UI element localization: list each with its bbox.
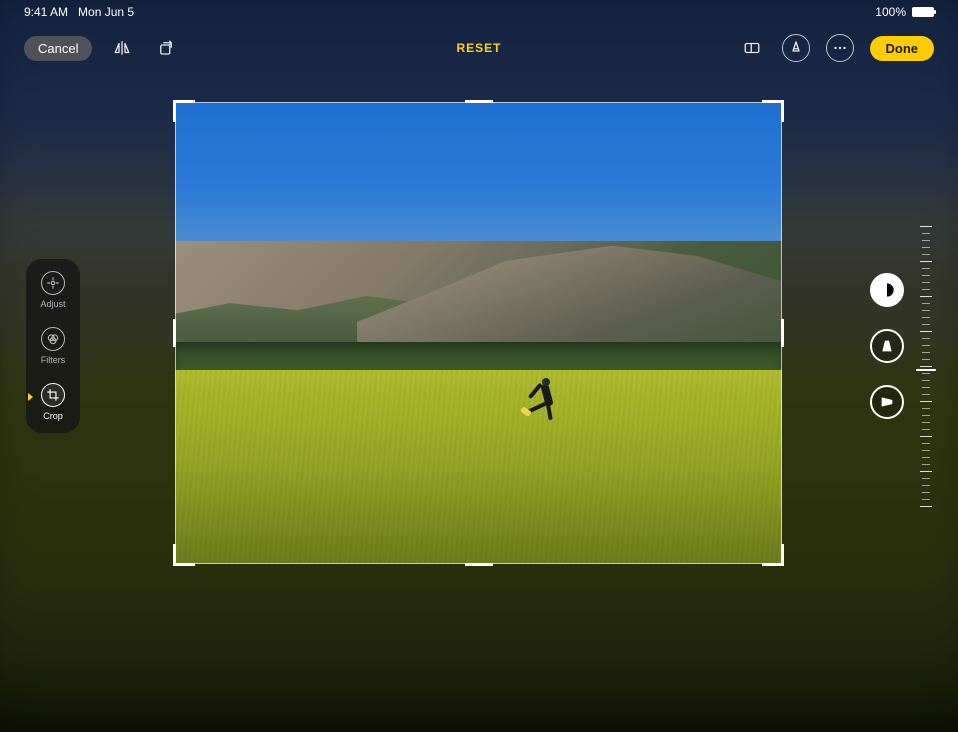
status-time: 9:41 AM bbox=[24, 5, 68, 19]
aspect-ratio-button[interactable] bbox=[738, 34, 766, 62]
straighten-button[interactable] bbox=[870, 273, 904, 307]
reset-button[interactable]: RESET bbox=[456, 41, 501, 55]
crop-label: Crop bbox=[43, 411, 63, 421]
filters-label: Filters bbox=[41, 355, 66, 365]
photo-preview bbox=[175, 102, 782, 564]
filters-icon bbox=[41, 327, 65, 351]
status-date: Mon Jun 5 bbox=[78, 5, 134, 19]
crop-viewport[interactable] bbox=[175, 102, 782, 564]
straighten-ruler[interactable] bbox=[916, 226, 936, 512]
photo-subject bbox=[533, 362, 563, 422]
crop-tab[interactable]: Crop bbox=[41, 383, 65, 421]
battery-percent: 100% bbox=[875, 5, 906, 19]
edit-mode-rail: Adjust Filters Crop bbox=[26, 259, 80, 433]
adjust-icon bbox=[41, 271, 65, 295]
horizontal-perspective-button[interactable] bbox=[870, 385, 904, 419]
battery-icon bbox=[912, 7, 934, 17]
adjust-label: Adjust bbox=[40, 299, 65, 309]
vertical-perspective-button[interactable] bbox=[870, 329, 904, 363]
cancel-button[interactable]: Cancel bbox=[24, 36, 92, 61]
flip-horizontal-button[interactable] bbox=[108, 34, 136, 62]
ruler-indicator[interactable] bbox=[916, 369, 936, 371]
rotate-button[interactable] bbox=[152, 34, 180, 62]
status-bar: 9:41 AM Mon Jun 5 100% bbox=[0, 0, 958, 24]
editor-toolbar: Cancel RESET Done bbox=[0, 28, 958, 68]
markup-button[interactable] bbox=[782, 34, 810, 62]
done-button[interactable]: Done bbox=[870, 36, 935, 61]
adjust-tab[interactable]: Adjust bbox=[40, 271, 65, 309]
more-button[interactable] bbox=[826, 34, 854, 62]
crop-icon bbox=[41, 383, 65, 407]
crop-controls bbox=[870, 273, 904, 419]
filters-tab[interactable]: Filters bbox=[41, 327, 66, 365]
